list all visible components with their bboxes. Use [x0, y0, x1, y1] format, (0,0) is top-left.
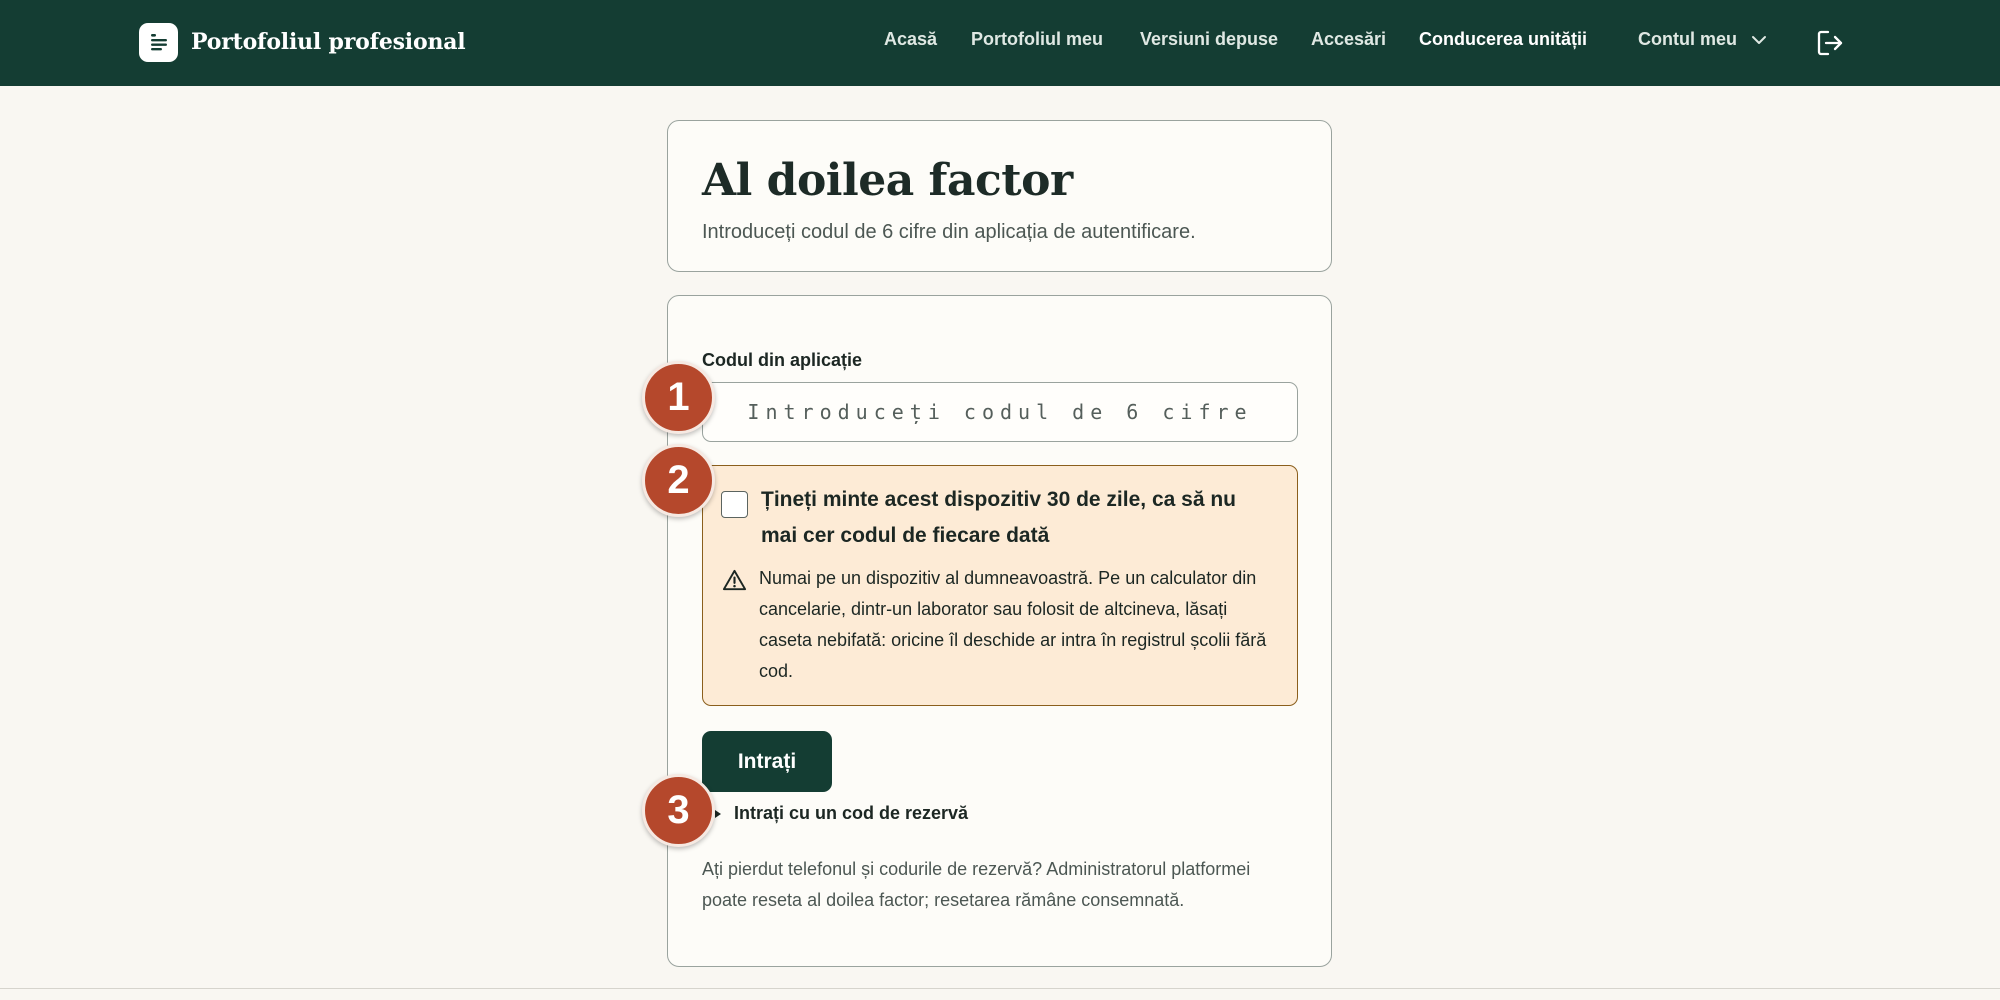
backup-code-toggle[interactable]: Intrați cu un cod de rezervă: [714, 803, 968, 824]
step-marker-1: 1: [642, 361, 715, 434]
page-title: Al doilea factor: [702, 155, 1073, 206]
page-divider: [0, 988, 2000, 989]
nav-item-versiuni-depuse[interactable]: Versiuni depuse: [1140, 29, 1278, 50]
header-card: Al doilea factor Introduceți codul de 6 …: [667, 120, 1332, 272]
nav-item-accesari[interactable]: Accesări: [1311, 29, 1386, 50]
top-navigation-bar: Portofoliul profesional Acasă Portofoliu…: [0, 0, 2000, 86]
nav-item-conducerea-unitatii[interactable]: Conducerea unității: [1419, 29, 1587, 50]
logout-icon[interactable]: [1815, 28, 1845, 58]
step-marker-2: 2: [642, 444, 715, 517]
account-menu[interactable]: Contul meu: [1638, 29, 1767, 50]
nav-item-portofoliul-meu[interactable]: Portofoliul meu: [971, 29, 1103, 50]
lost-device-help: Ați pierdut telefonul și codurile de rez…: [702, 859, 1251, 910]
chevron-down-icon: [1752, 35, 1766, 44]
backup-code-label: Intrați cu un cod de rezervă: [734, 803, 969, 823]
remember-device-box: Țineți minte acest dispozitiv 30 de zile…: [702, 465, 1298, 706]
step-marker-3: 3: [642, 774, 715, 847]
code-field-label: Codul din aplicație: [702, 350, 863, 370]
warning-triangle-icon: [722, 569, 747, 591]
remember-device-warning: Numai pe un dispozitiv al dumneavoastră.…: [759, 568, 1267, 681]
nav-item-acasa[interactable]: Acasă: [884, 29, 937, 50]
code-input[interactable]: [702, 382, 1298, 442]
page-subtitle: Introduceți codul de 6 cifre din aplicaț…: [702, 221, 1196, 243]
submit-button[interactable]: Intrați: [702, 731, 832, 792]
remember-device-checkbox[interactable]: [721, 491, 748, 518]
caret-right-icon: [715, 809, 721, 818]
remember-device-label[interactable]: Țineți minte acest dispozitiv 30 de zile…: [761, 482, 1271, 554]
account-label: Contul meu: [1638, 29, 1737, 49]
two-factor-form: Codul din aplicație Țineți minte acest d…: [667, 295, 1332, 967]
